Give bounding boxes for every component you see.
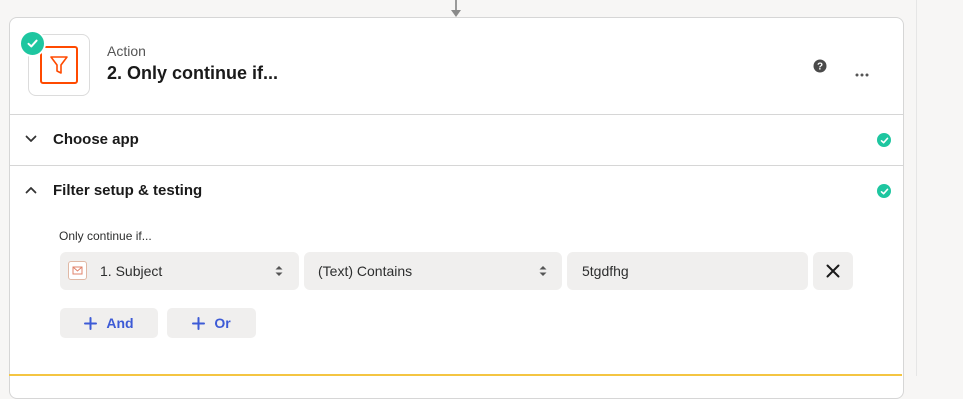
plus-icon — [192, 316, 206, 330]
check-icon — [877, 133, 891, 147]
flow-arrow-icon — [451, 10, 461, 17]
value-text: 5tgdfhg — [582, 263, 629, 279]
value-input[interactable]: 5tgdfhg — [567, 252, 808, 290]
add-or-label: Or — [214, 315, 231, 331]
add-and-button[interactable]: And — [60, 308, 158, 338]
section-label: Filter setup & testing — [53, 182, 203, 199]
step-header[interactable]: Action 2. Only continue if... ? — [10, 18, 903, 115]
side-panel — [903, 0, 963, 376]
plus-icon — [84, 316, 98, 330]
field-value: 1. Subject — [100, 263, 163, 279]
chevron-up-icon — [25, 187, 37, 194]
sort-icon — [539, 266, 547, 276]
step-kind-label: Action — [107, 43, 146, 59]
more-icon[interactable] — [855, 64, 869, 77]
add-or-button[interactable]: Or — [167, 308, 256, 338]
remove-rule-button[interactable] — [813, 252, 853, 290]
filter-icon — [40, 46, 78, 84]
field-select[interactable]: 1. Subject — [60, 252, 299, 290]
section-filter-setup[interactable]: Filter setup & testing — [10, 166, 903, 216]
operator-value: (Text) Contains — [318, 263, 413, 279]
step-card: Action 2. Only continue if... ? Choose a… — [9, 17, 904, 399]
svg-text:?: ? — [817, 62, 823, 73]
step-title: 2. Only continue if... — [107, 63, 279, 83]
gmail-icon — [68, 261, 87, 280]
sort-icon — [275, 266, 283, 276]
filter-heading: Only continue if... — [59, 229, 152, 243]
check-icon — [877, 184, 891, 198]
close-icon — [826, 264, 840, 278]
chevron-down-icon — [25, 135, 37, 142]
check-icon — [19, 30, 46, 57]
help-icon[interactable]: ? — [813, 59, 827, 73]
section-choose-app[interactable]: Choose app — [10, 115, 903, 166]
side-divider — [916, 0, 917, 376]
add-and-label: And — [106, 315, 134, 331]
section-label: Choose app — [53, 131, 139, 148]
operator-select[interactable]: (Text) Contains — [304, 252, 562, 290]
